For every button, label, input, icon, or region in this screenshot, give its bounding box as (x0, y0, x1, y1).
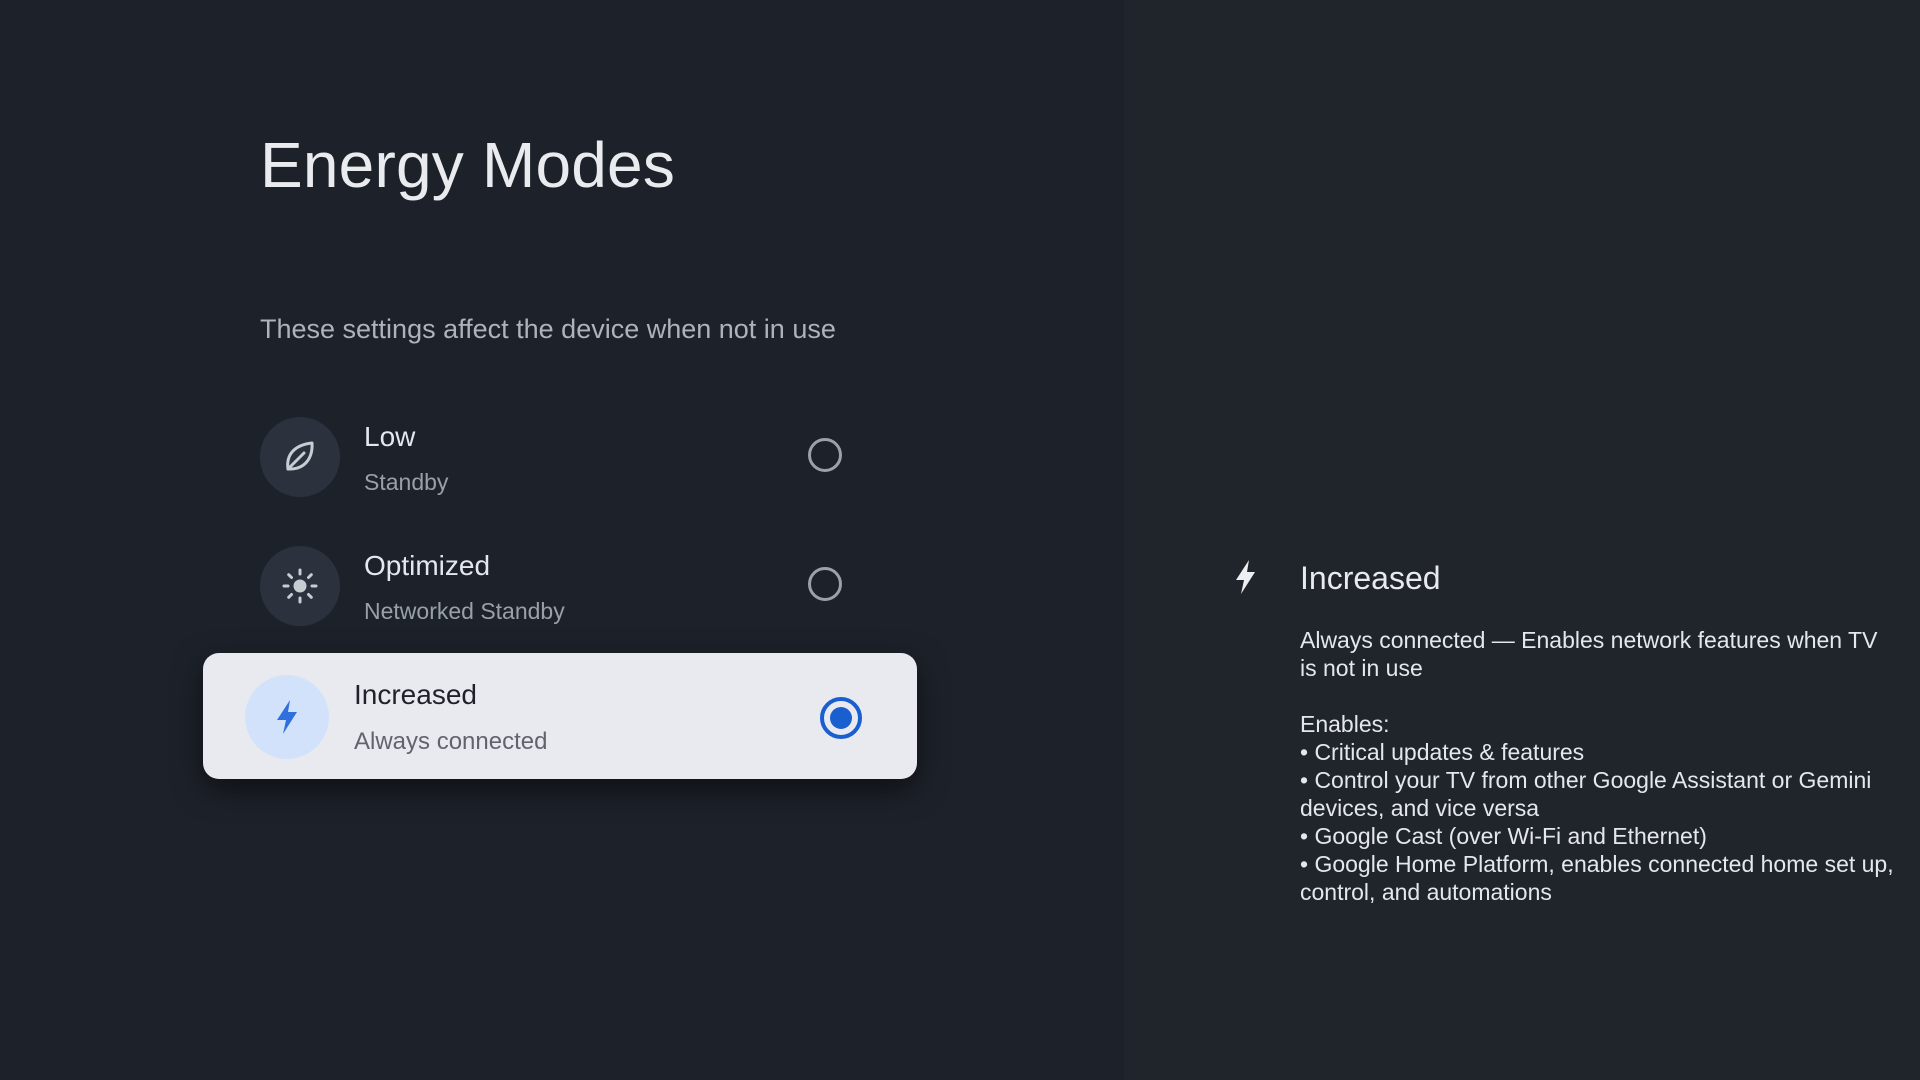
detail-bullet: • Control your TV from other Google Assi… (1300, 767, 1872, 821)
leaf-icon (260, 417, 340, 497)
option-sublabel: Standby (364, 469, 449, 495)
detail-description: Always connected — Enables network featu… (1300, 627, 1878, 681)
detail-bullet: • Critical updates & features (1300, 739, 1585, 765)
radio-selected-dot (830, 707, 852, 729)
detail-title: Increased (1300, 560, 1441, 596)
radio-button-increased[interactable] (820, 697, 862, 739)
detail-body: Always connected — Enables network featu… (1300, 626, 1900, 906)
option-label: Low (364, 421, 416, 452)
detail-enables-heading: Enables: (1300, 711, 1390, 737)
option-label: Increased (354, 679, 477, 710)
option-optimized[interactable]: Optimized Networked Standby (260, 546, 860, 628)
sun-icon (260, 546, 340, 626)
detail-bullet: • Google Cast (over Wi-Fi and Ethernet) (1300, 823, 1707, 849)
option-low[interactable]: Low Standby (260, 417, 860, 499)
page-title: Energy Modes (260, 129, 676, 201)
option-increased[interactable]: Increased Always connected (203, 653, 917, 779)
energy-modes-screen: Energy Modes These settings affect the d… (0, 0, 1920, 1080)
option-label: Optimized (364, 550, 491, 581)
option-sublabel: Always connected (354, 728, 548, 755)
bolt-icon (1230, 558, 1262, 596)
options-panel: Energy Modes These settings affect the d… (0, 0, 1124, 1080)
detail-panel (1124, 0, 1920, 1080)
detail-bullet: • Google Home Platform, enables connecte… (1300, 851, 1894, 905)
page-subtitle: These settings affect the device when no… (260, 314, 836, 344)
radio-button-low[interactable] (808, 438, 842, 472)
option-sublabel: Networked Standby (364, 598, 565, 624)
radio-button-optimized[interactable] (808, 567, 842, 601)
bolt-icon (245, 675, 329, 759)
